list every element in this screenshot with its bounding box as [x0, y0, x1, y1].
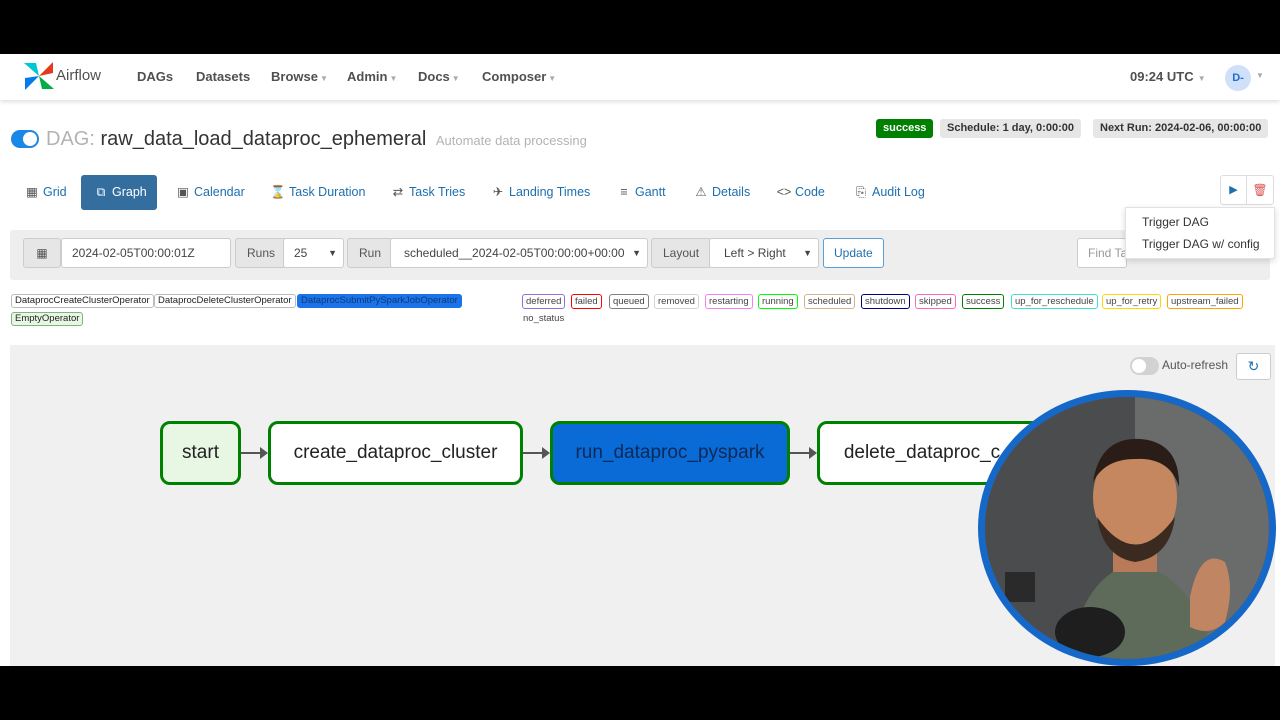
state-legend-removed[interactable]: removed	[654, 294, 699, 309]
graph-edge	[523, 452, 542, 454]
warning-icon: ⚠	[695, 185, 707, 199]
chevron-down-icon: ▼	[328, 248, 337, 258]
state-legend-no-status[interactable]: no_status	[523, 313, 564, 324]
chevron-down-icon: ▼	[389, 74, 398, 83]
brand-name[interactable]: Airflow	[56, 67, 101, 84]
refresh-button[interactable]: ↻	[1236, 353, 1271, 380]
tab-task-tries[interactable]: ⇄ Task Tries	[378, 175, 475, 210]
graph-edge	[790, 452, 809, 454]
menu-item-trigger-dag[interactable]: Trigger DAG	[1142, 215, 1209, 229]
state-legend-success[interactable]: success	[962, 294, 1005, 309]
calendar-icon: ▣	[177, 185, 189, 199]
retry-icon: ⇄	[392, 185, 404, 199]
page-title: DAG: raw_data_load_dataproc_ephemeral Au…	[46, 128, 587, 151]
nav-composer[interactable]: Composer ▼	[482, 69, 556, 84]
operator-legend-delete-cluster[interactable]: DataprocDeleteClusterOperator	[154, 294, 296, 308]
state-legend-up-for-reschedule[interactable]: up_for_reschedule	[1011, 294, 1098, 309]
gantt-icon: ≡	[620, 185, 628, 199]
status-badge: success	[876, 119, 934, 138]
chevron-down-icon: ▼	[632, 248, 641, 258]
trash-icon: 🗑	[1252, 183, 1268, 197]
filter-bar: ▦ 2024-02-05T00:00:01Z Runs 25 ▼ Run sche…	[10, 230, 1270, 280]
tab-details[interactable]: ⚠ Details	[681, 175, 760, 210]
nav-browse[interactable]: Browse ▼	[271, 69, 328, 84]
task-node-start[interactable]: start	[160, 421, 241, 485]
tab-task-duration[interactable]: ⌛ Task Duration	[258, 175, 375, 210]
hourglass-icon: ⌛	[270, 185, 286, 199]
runs-select[interactable]: 25 ▼	[283, 238, 344, 268]
layout-select[interactable]: Left > Right ▼	[709, 238, 819, 268]
tab-gantt[interactable]: ≡ Gantt	[604, 175, 676, 210]
state-legend-queued[interactable]: queued	[609, 294, 649, 309]
nav-datasets[interactable]: Datasets	[196, 69, 250, 84]
dag-description: Automate data processing	[435, 133, 587, 148]
nav-admin[interactable]: Admin ▼	[347, 69, 397, 84]
chevron-down-icon: ▼	[451, 74, 460, 83]
airflow-logo-icon[interactable]	[22, 60, 56, 92]
auto-refresh-label: Auto-refresh	[1162, 358, 1229, 372]
refresh-icon: ↻	[1247, 358, 1260, 374]
run-label: Run	[347, 238, 394, 268]
graph-edge	[241, 452, 260, 454]
state-legend-running[interactable]: running	[758, 294, 798, 309]
run-select[interactable]: scheduled__2024-02-05T00:00:00+00:00 ▼	[390, 238, 648, 268]
webcam-overlay	[978, 390, 1276, 666]
play-icon: ▶	[1229, 184, 1238, 196]
nav-dags[interactable]: DAGs	[137, 69, 173, 84]
code-icon: <>	[776, 185, 792, 199]
operator-legend-submit-pyspark[interactable]: DataprocSubmitPySparkJobOperator	[297, 294, 462, 308]
calendar-icon[interactable]: ▦	[23, 238, 61, 268]
task-node-run-dataproc-pyspark[interactable]: run_dataproc_pyspark	[550, 421, 790, 485]
state-legend-restarting[interactable]: restarting	[705, 294, 753, 309]
chevron-down-icon: ▼	[548, 74, 557, 83]
update-button[interactable]: Update	[823, 238, 884, 268]
trigger-dropdown-menu: Trigger DAG Trigger DAG w/ config	[1125, 207, 1275, 259]
plane-landing-icon: ✈	[492, 185, 504, 199]
trigger-dag-button[interactable]: ▶	[1220, 175, 1247, 205]
dag-id: raw_data_load_dataproc_ephemeral	[100, 128, 427, 150]
dag-prefix: DAG:	[46, 128, 95, 150]
find-task-input[interactable]: Find Ta	[1077, 238, 1127, 268]
state-legend-shutdown[interactable]: shutdown	[861, 294, 910, 309]
nav-docs[interactable]: Docs ▼	[418, 69, 460, 84]
graph-icon: ⧉	[96, 185, 106, 199]
dag-pause-toggle[interactable]	[11, 130, 39, 148]
operator-legend-create-cluster[interactable]: DataprocCreateClusterOperator	[11, 294, 154, 308]
chevron-down-icon: ▼	[1195, 74, 1206, 83]
chevron-down-icon: ▼	[319, 74, 328, 83]
presenter-video-icon	[985, 397, 1269, 659]
delete-dag-button[interactable]: 🗑	[1246, 175, 1274, 205]
auto-refresh-toggle[interactable]	[1130, 357, 1159, 375]
tab-calendar[interactable]: ▣ Calendar	[163, 175, 255, 210]
tab-landing-times[interactable]: ✈ Landing Times	[478, 175, 600, 210]
arrow-right-icon	[260, 447, 268, 459]
tab-graph[interactable]: ⧉ Graph	[81, 175, 157, 210]
runs-label: Runs	[235, 238, 288, 268]
base-date-input[interactable]: 2024-02-05T00:00:01Z	[61, 238, 231, 268]
clock-menu[interactable]: 09:24 UTC ▼	[1130, 69, 1206, 84]
state-legend-scheduled[interactable]: scheduled	[804, 294, 856, 309]
tab-code[interactable]: <> Code	[764, 175, 835, 210]
arrow-right-icon	[809, 447, 817, 459]
operator-legend-empty[interactable]: EmptyOperator	[11, 312, 84, 326]
layout-label: Layout	[651, 238, 712, 268]
grid-icon: ▦	[26, 185, 38, 199]
state-legend-upstream-failed[interactable]: upstream_failed	[1167, 294, 1243, 309]
menu-item-trigger-dag-config[interactable]: Trigger DAG w/ config	[1142, 237, 1260, 251]
state-legend-failed[interactable]: failed	[571, 294, 602, 309]
next-run-badge: Next Run: 2024-02-06, 00:00:00	[1093, 119, 1269, 138]
audit-log-icon: ⎘	[855, 185, 866, 199]
state-legend-up-for-retry[interactable]: up_for_retry	[1102, 294, 1162, 309]
schedule-badge: Schedule: 1 day, 0:00:00	[940, 119, 1081, 138]
chevron-down-icon: ▼	[803, 248, 812, 258]
state-legend-deferred[interactable]: deferred	[522, 294, 566, 309]
chevron-down-icon[interactable]: ▼	[1256, 71, 1264, 80]
tab-audit-log[interactable]: ⎘ Audit Log	[841, 175, 935, 210]
task-node-create-dataproc-cluster[interactable]: create_dataproc_cluster	[268, 421, 523, 485]
navbar: Airflow DAGs Datasets Browse ▼ Admin ▼ Doc…	[0, 54, 1280, 100]
arrow-right-icon	[542, 447, 550, 459]
user-avatar[interactable]: D-	[1225, 65, 1251, 91]
state-legend-skipped[interactable]: skipped	[915, 294, 956, 309]
tab-grid[interactable]: ▦ Grid	[12, 175, 77, 210]
